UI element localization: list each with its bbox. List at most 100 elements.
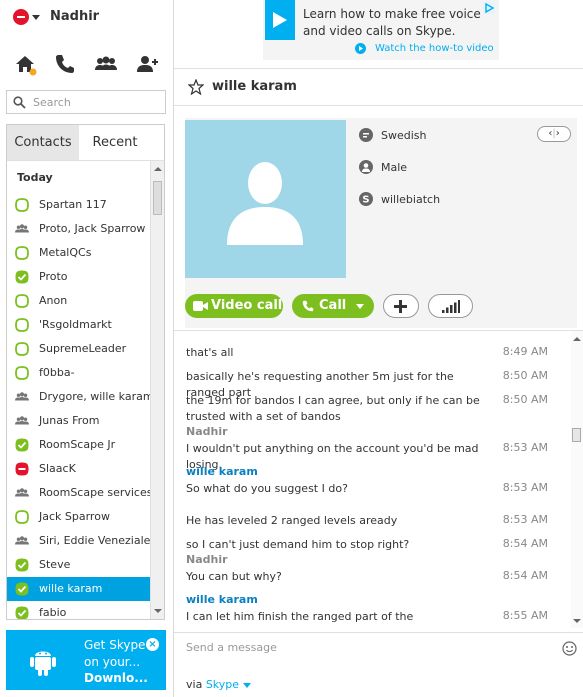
close-icon[interactable]: × <box>146 638 159 651</box>
contact-item[interactable]: SupremeLeader <box>7 337 150 361</box>
message-input[interactable]: Send a message <box>174 632 583 666</box>
chevron-down-icon[interactable] <box>32 15 40 20</box>
message-placeholder: Send a message <box>186 641 277 654</box>
avatar <box>185 120 346 278</box>
contact-item[interactable]: Drygore, wille karam <box>7 385 154 409</box>
ad-banner[interactable]: Learn how to make free voice and video c… <box>263 0 499 60</box>
contact-name: Siri, Eddie Veneziale <box>39 534 151 547</box>
profile-pager[interactable]: ‹|› <box>537 126 571 142</box>
contact-item[interactable]: wille karam <box>7 577 150 601</box>
chevron-down-icon[interactable] <box>242 682 251 688</box>
online-status-icon <box>15 270 29 284</box>
offline-status-icon <box>15 342 29 356</box>
contact-tabs: Contacts Recent <box>6 124 165 161</box>
video-call-label: Video call <box>211 298 283 313</box>
speech-bubble-icon <box>359 128 373 142</box>
contact-item[interactable]: Spartan 117 <box>7 193 150 217</box>
emoticon-icon[interactable] <box>562 641 577 656</box>
contact-item[interactable]: Junas From <box>7 409 150 433</box>
contact-name: Spartan 117 <box>39 198 107 211</box>
promo-line-2: on your... <box>84 655 141 669</box>
default-avatar-icon <box>227 162 303 245</box>
message-time: 8:49 AM <box>502 345 548 358</box>
scrollbar-thumb[interactable] <box>153 181 162 215</box>
search-input[interactable]: Search <box>6 90 166 114</box>
contact-list-scrollbar[interactable] <box>150 161 164 619</box>
group-icon <box>15 222 29 236</box>
via-service[interactable]: Skype <box>206 678 239 691</box>
contact-name: Anon <box>39 294 68 307</box>
contact-item[interactable]: Proto, Jack Sparrow <box>7 217 150 241</box>
video-call-button[interactable]: Video call <box>185 294 283 318</box>
ad-link[interactable]: Watch the how-to video <box>375 43 494 54</box>
get-skype-promo[interactable]: Get Skype on your... Downlo... × <box>6 630 166 690</box>
contact-item[interactable]: Jack Sparrow <box>7 505 150 529</box>
contact-item[interactable]: Anon <box>7 289 150 313</box>
contact-name: fabio <box>39 606 67 619</box>
search-placeholder: Search <box>33 96 71 109</box>
contact-list: Today Spartan 117 Proto, Jack Sparrow Meta… <box>6 160 165 620</box>
contact-item[interactable]: RoomScape Jr <box>7 433 150 457</box>
tab-recent[interactable]: Recent <box>79 125 151 161</box>
contact-item[interactable]: SlaacK <box>7 457 150 481</box>
group-icon[interactable] <box>94 52 118 76</box>
contact-name: RoomScape Jr <box>39 438 116 451</box>
contact-name: Drygore, wille karam <box>39 390 154 403</box>
conversation-title: wille karam <box>212 79 297 94</box>
call-label: Call <box>319 298 347 313</box>
contact-item[interactable]: Siri, Eddie Veneziale <box>7 529 150 553</box>
contact-name: 'Rsgoldmarkt <box>39 318 112 331</box>
skype-icon: S <box>359 192 373 206</box>
call-quality-button[interactable] <box>428 294 473 318</box>
contact-item[interactable]: Proto <box>7 265 150 289</box>
do-not-disturb-status-icon[interactable] <box>13 9 29 25</box>
scroll-down-icon[interactable] <box>573 619 581 623</box>
play-icon <box>355 43 366 54</box>
add-contact-icon[interactable] <box>135 52 159 76</box>
contact-name: RoomScape services <box>39 486 153 499</box>
user-name[interactable]: Nadhir <box>50 9 99 24</box>
home-icon[interactable] <box>13 52 37 76</box>
star-icon[interactable] <box>188 79 204 95</box>
online-status-icon <box>15 606 29 619</box>
video-icon <box>193 301 208 311</box>
scroll-up-icon[interactable] <box>573 337 581 341</box>
contact-item[interactable]: 'Rsgoldmarkt <box>7 313 150 337</box>
scrollbar-thumb[interactable] <box>572 428 581 442</box>
contact-item[interactable]: RoomScape services <box>7 481 153 505</box>
chevron-down-icon[interactable] <box>356 304 364 309</box>
contact-item[interactable]: MetalQCs <box>7 241 150 265</box>
via-label: via <box>186 678 203 691</box>
message-sender: wille karam <box>186 593 258 606</box>
message-time: 8:54 AM <box>502 569 548 582</box>
contact-item[interactable]: Steve <box>7 553 150 577</box>
message-sender: wille karam <box>186 465 258 478</box>
scroll-down-icon[interactable] <box>154 609 162 613</box>
contact-item[interactable]: fabio <box>7 601 150 619</box>
nav-bar <box>0 48 174 80</box>
message-sender: Nadhir <box>186 553 228 566</box>
plus-icon <box>394 300 407 313</box>
signal-bars-icon <box>442 300 460 313</box>
phone-icon[interactable] <box>53 52 77 76</box>
message-time: 8:50 AM <box>502 393 548 406</box>
message-text: He has leveled 2 ranged levels aready <box>186 514 398 527</box>
tab-contacts[interactable]: Contacts <box>7 125 79 161</box>
svg-text:S: S <box>362 195 369 206</box>
contact-item[interactable]: f0bba- <box>7 361 150 385</box>
message-time: 8:54 AM <box>502 537 548 550</box>
adchoices-icon[interactable] <box>483 2 495 14</box>
scroll-up-icon[interactable] <box>154 167 162 171</box>
call-button[interactable]: Call <box>292 294 374 318</box>
chat-history[interactable]: that's all 8:49 AM basically he's requesti… <box>174 330 583 628</box>
via-skype[interactable]: via Skype <box>186 678 251 691</box>
online-status-icon <box>15 438 29 452</box>
add-button[interactable] <box>383 294 419 318</box>
message-time: 8:53 AM <box>502 513 548 526</box>
chat-scrollbar[interactable] <box>571 331 583 628</box>
contact-name: Jack Sparrow <box>39 510 110 523</box>
promo-line-3[interactable]: Downlo... <box>84 671 148 685</box>
promo-line-1: Get Skype <box>84 638 146 652</box>
message-text: so I can't just demand him to stop right… <box>186 538 410 551</box>
chevron-right-icon[interactable]: › <box>556 128 560 139</box>
